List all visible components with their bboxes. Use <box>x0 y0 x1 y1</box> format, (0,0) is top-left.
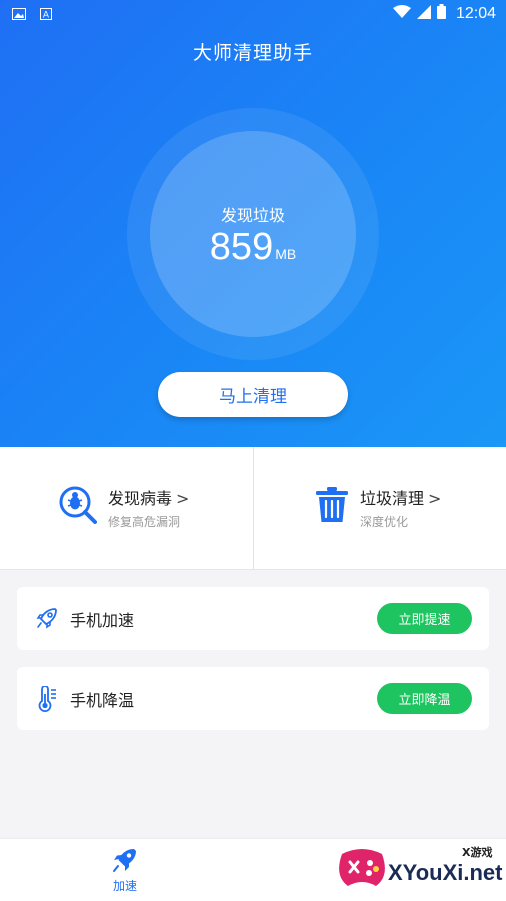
virus-scan-title: 发现病毒 > <box>108 488 190 508</box>
junk-amount-value: 859 <box>209 226 274 268</box>
nav-accelerate-label: 加速 <box>112 879 137 893</box>
watermark-small-text: X游戏 <box>462 846 493 859</box>
gamepad-logo-icon <box>339 849 385 886</box>
chevron-right-icon: > <box>428 488 442 508</box>
virus-scan-icon <box>58 485 98 529</box>
clean-now-button[interactable]: 马上清理 <box>158 372 348 417</box>
signal-icon <box>416 4 431 23</box>
battery-icon <box>436 4 446 23</box>
junk-clean-entry[interactable]: 垃圾清理 > 深度优化 <box>314 477 441 537</box>
junk-clean-title: 垃圾清理 > <box>360 488 442 508</box>
phone-cool-label: 手机降温 <box>70 691 135 710</box>
phone-cool-card: 手机降温 立即降温 <box>17 667 489 730</box>
junk-found-label: 发现垃圾 <box>220 206 285 225</box>
cool-down-button[interactable]: 立即降温 <box>377 683 472 714</box>
watermark-logo: X游戏 XYouXi.net <box>336 842 503 896</box>
feature-panel: 发现病毒 > 修复高危漏洞 垃圾清理 > 深度优化 <box>0 447 506 570</box>
hero-section: A 12:04 大师清理助手 发现垃圾 859 MB 马上清理 <box>0 0 506 447</box>
thermometer-icon <box>35 685 59 712</box>
nav-accelerate-tab[interactable]: 加速 <box>104 847 146 894</box>
rocket-icon <box>35 606 59 630</box>
phone-speed-card: 手机加速 立即提速 <box>17 587 489 650</box>
junk-amount: 859 MB <box>0 226 506 269</box>
junk-clean-subtitle: 深度优化 <box>360 514 409 529</box>
a-icon: A <box>40 6 52 24</box>
virus-scan-entry[interactable]: 发现病毒 > 修复高危漏洞 <box>58 477 189 537</box>
feature-divider <box>253 447 254 569</box>
trash-icon <box>314 486 350 528</box>
junk-amount-unit: MB <box>275 246 297 262</box>
status-time: 12:04 <box>455 4 496 22</box>
virus-scan-subtitle: 修复高危漏洞 <box>108 514 181 529</box>
svg-text:A: A <box>43 11 50 21</box>
wifi-icon <box>392 4 411 23</box>
phone-speed-label: 手机加速 <box>70 611 135 630</box>
rocket-icon <box>112 849 138 877</box>
status-bar: A 12:04 <box>0 0 506 28</box>
image-icon <box>12 6 26 24</box>
speed-up-button[interactable]: 立即提速 <box>377 603 472 634</box>
app-title: 大师清理助手 <box>192 42 313 64</box>
chevron-right-icon: > <box>176 488 190 508</box>
watermark-text: XYouXi.net <box>388 860 503 885</box>
